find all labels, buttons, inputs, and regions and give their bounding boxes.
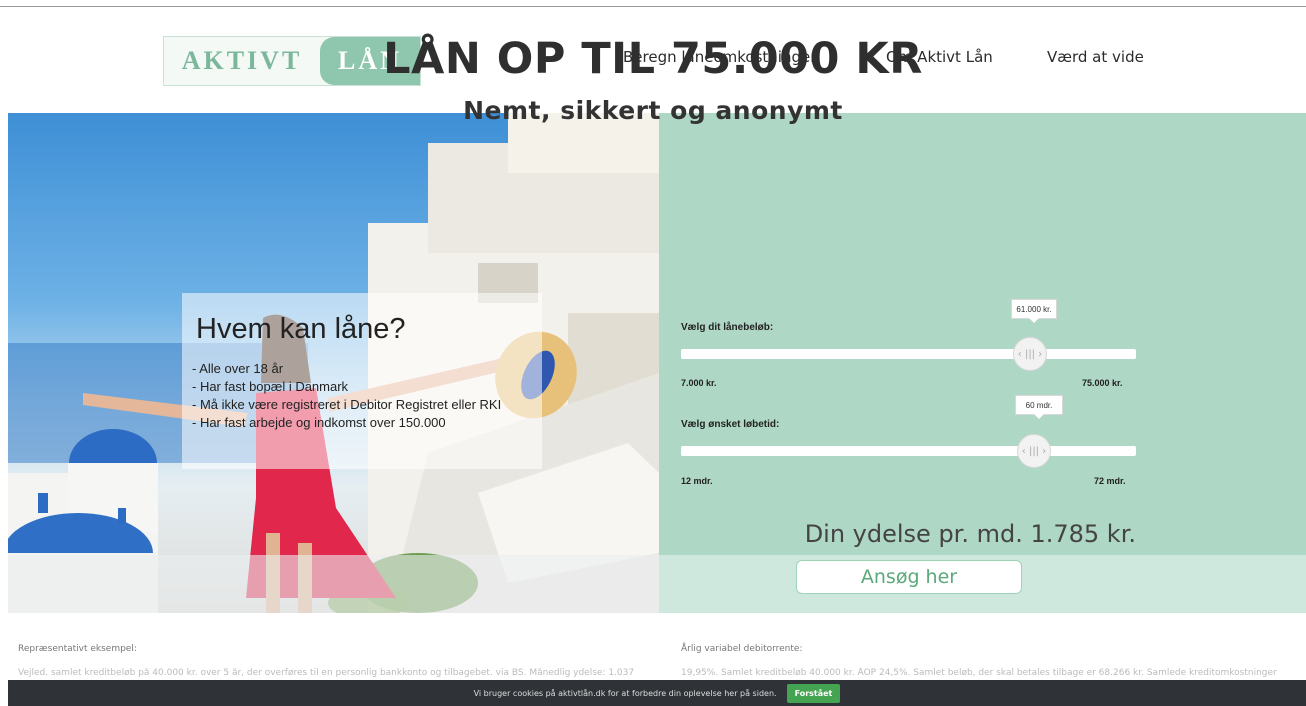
amount-slider-track[interactable] (681, 349, 1136, 359)
cookie-accept-button[interactable]: Forstået (786, 683, 841, 703)
apply-button[interactable]: Ansøg her (796, 560, 1022, 594)
representative-example-label: Repræsentativt eksempel: (18, 644, 137, 654)
term-value-tooltip: 60 mdr. (1015, 395, 1063, 419)
eligibility-line: - Må ikke være registreret i Debitor Reg… (192, 397, 502, 412)
annual-rate-label: Årlig variabel debitorrente: (681, 644, 803, 654)
term-max: 72 mdr. (1094, 476, 1126, 486)
term-slider-handle[interactable]: ‹ ||| › (1017, 434, 1051, 468)
eligibility-line: - Alle over 18 år (192, 361, 284, 376)
amount-label: Vælg dit lånebeløb: (681, 322, 774, 333)
representative-example-text: Vejled. samlet kreditbeløb på 40.000 kr.… (18, 668, 635, 678)
amount-min: 7.000 kr. (681, 378, 717, 388)
eligibility-title: Hvem kan låne? (196, 313, 406, 345)
top-divider (0, 6, 1306, 7)
eligibility-box: Hvem kan låne? - Alle over 18 år - Har f… (182, 293, 542, 469)
amount-max: 75.000 kr. (1082, 378, 1123, 388)
term-label: Vælg ønsket løbetid: (681, 419, 780, 430)
annual-rate-text: 19,95%. Samlet kreditbeløb 40.000 kr. ÅO… (681, 668, 1277, 678)
amount-slider-handle[interactable]: ‹ ||| › (1013, 337, 1047, 371)
hero-title: LÅN OP TIL 75.000 KR (383, 34, 923, 84)
photo-bottom-overlay (8, 555, 659, 613)
cookie-text: Vi bruger cookies på aktivtlån.dk for at… (473, 688, 777, 698)
term-min: 12 mdr. (681, 476, 713, 486)
page: AKTIVT LÅN Beregn låneomkostninger Om Ak… (0, 0, 1306, 706)
monthly-payment: Din ydelse pr. md. 1.785 kr. (804, 520, 1136, 548)
cookie-bar: Vi bruger cookies på aktivtlån.dk for at… (8, 680, 1306, 706)
hero-subtitle: Nemt, sikkert og anonymt (463, 96, 843, 125)
amount-value-tooltip: 61.000 kr. (1011, 299, 1057, 323)
eligibility-line: - Har fast arbejde og indkomst over 150.… (192, 415, 446, 430)
term-slider-track[interactable] (681, 446, 1136, 456)
eligibility-line: - Har fast bopæl i Danmark (192, 379, 349, 394)
